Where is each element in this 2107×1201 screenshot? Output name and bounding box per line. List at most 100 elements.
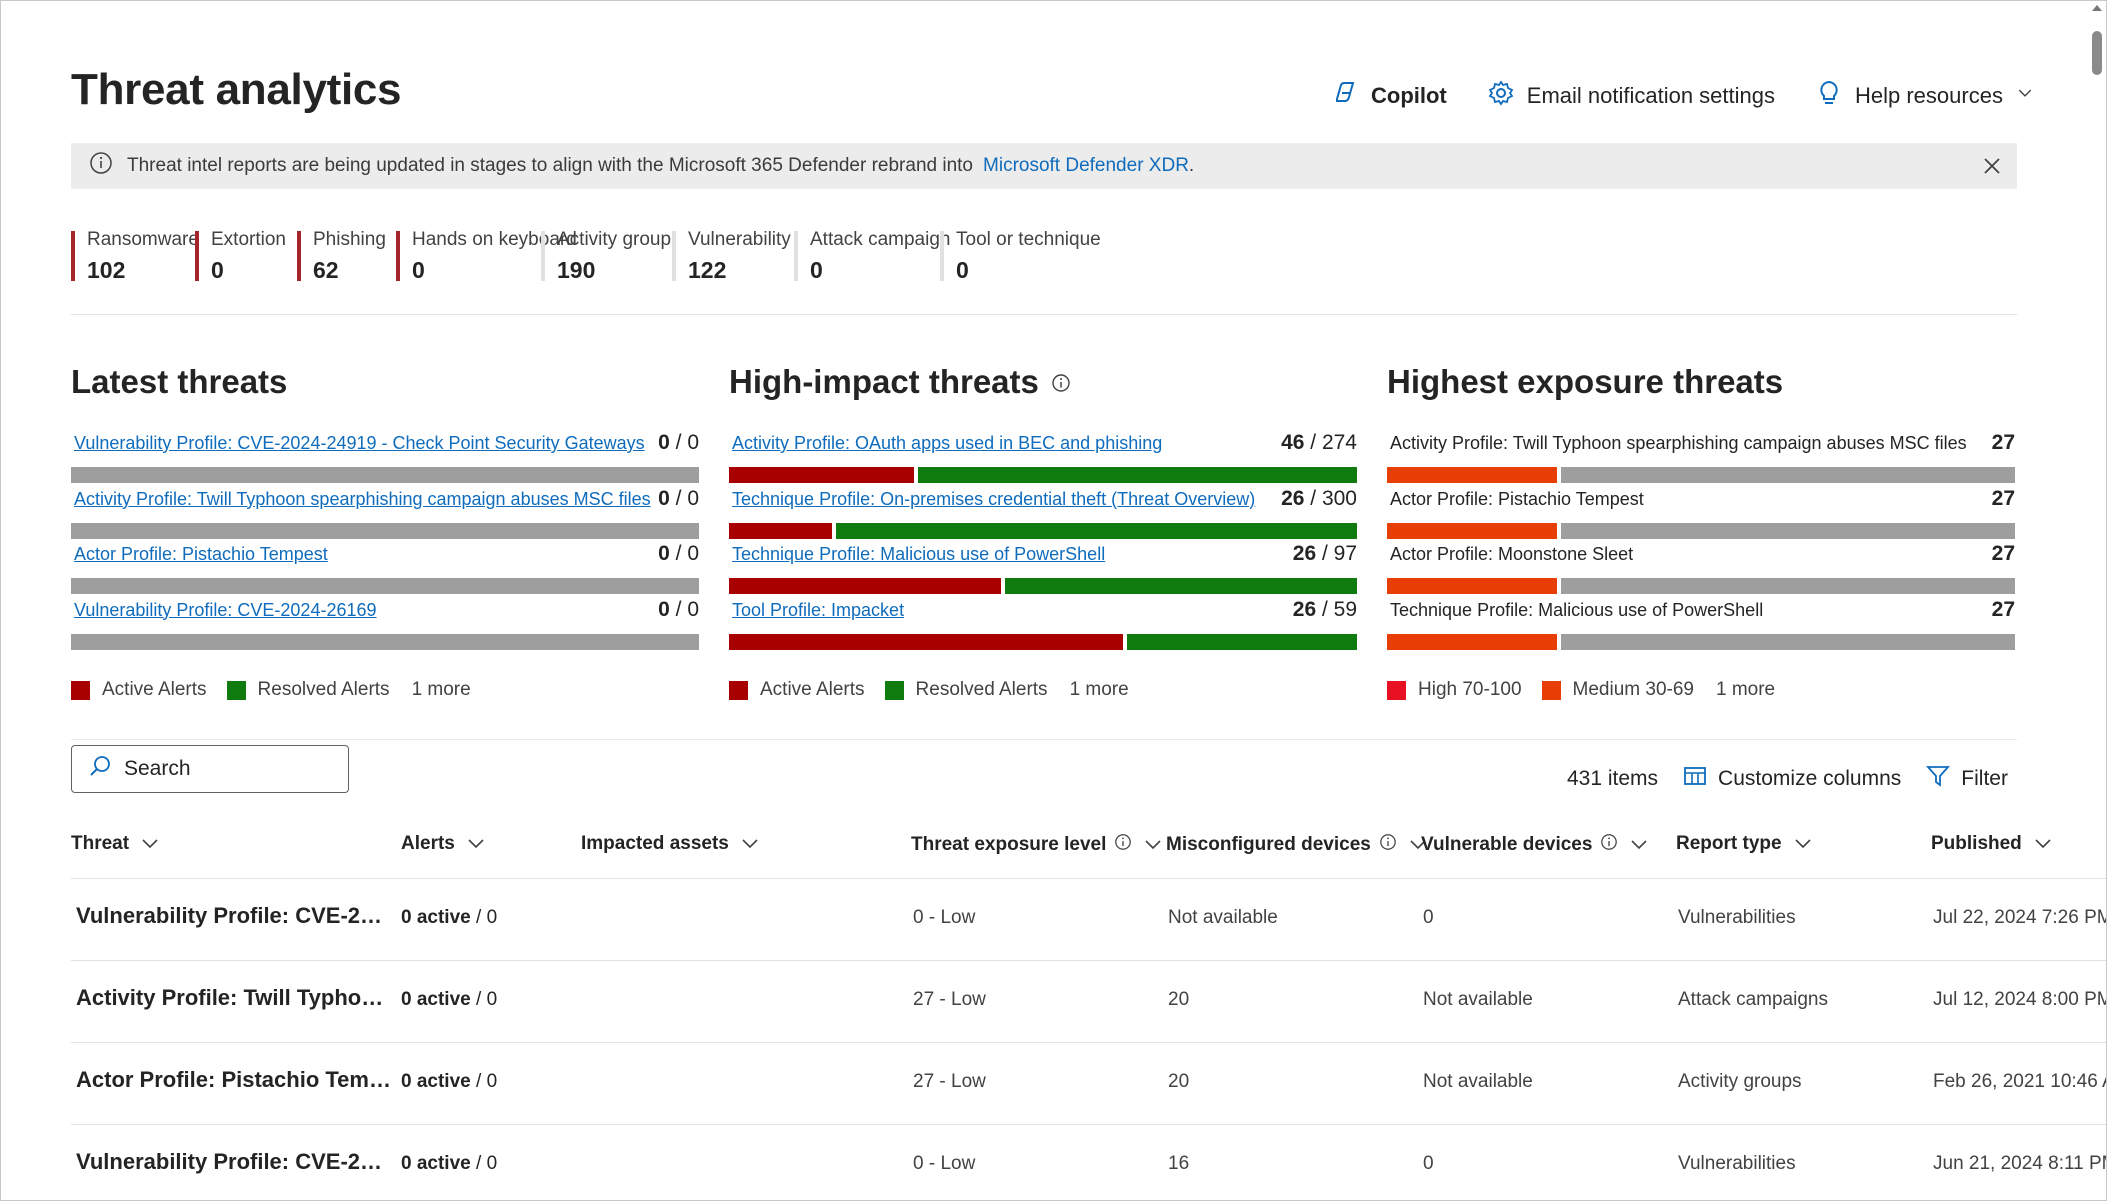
column-header-vulnerable-devices[interactable]: Vulnerable devices — [1421, 833, 1648, 857]
info-icon[interactable] — [1051, 363, 1071, 401]
threat-link[interactable]: Vulnerability Profile: CVE-2024-24919 - … — [74, 433, 645, 454]
resolved-alerts-segment — [836, 522, 1357, 539]
threat-link[interactable]: Activity Profile: Twill Typhoon spearphi… — [74, 489, 651, 510]
legend-more-button[interactable]: 1 more — [1070, 679, 1129, 701]
banner-link[interactable]: Microsoft Defender XDR — [983, 155, 1189, 177]
exposure-score: 27 — [1991, 486, 2015, 510]
customize-columns-label: Customize columns — [1718, 767, 1902, 790]
help-resources-button[interactable]: Help resources — [1815, 79, 2035, 113]
legend-label: Active Alerts — [102, 679, 207, 700]
exposure-segment — [1387, 522, 1557, 539]
stat-attack-campaign[interactable]: Attack campaign 0 — [794, 229, 950, 283]
active-count: 26 — [1292, 597, 1317, 621]
column-header-misconfigured-devices[interactable]: Misconfigured devices — [1166, 833, 1427, 857]
stat-phishing[interactable]: Phishing 62 — [297, 229, 386, 283]
vertical-scrollbar[interactable] — [2088, 1, 2106, 1200]
misconfigured-devices: 20 — [1168, 1071, 1190, 1092]
alerts-separator: / — [470, 989, 487, 1010]
published-date: Jul 12, 2024 8:00 PM — [1933, 989, 2107, 1010]
stat-value: 0 — [956, 257, 969, 283]
legend-more-button[interactable]: 1 more — [1716, 679, 1775, 701]
remaining-segment — [1561, 467, 2015, 483]
legend-swatch — [1387, 680, 1406, 700]
stat-label: Tool or technique — [956, 229, 1101, 250]
threat-link[interactable]: Activity Profile: OAuth apps used in BEC… — [732, 433, 1162, 454]
legend-item[interactable]: Active Alerts — [71, 679, 207, 701]
scrollbar-thumb[interactable] — [2092, 31, 2102, 75]
alert-bar — [71, 522, 699, 539]
email-notification-settings-button[interactable]: Email notification settings — [1487, 79, 1775, 113]
report-type: Attack campaigns — [1678, 989, 1828, 1010]
threat-name[interactable]: Vulnerability Profile: CVE-2024... — [76, 1149, 394, 1175]
customize-columns-button[interactable]: Customize columns — [1682, 763, 1901, 795]
column-header-threat[interactable]: Threat — [71, 833, 159, 855]
threat-link[interactable]: Vulnerability Profile: CVE-2024-26169 — [74, 600, 377, 621]
info-icon[interactable] — [1600, 833, 1618, 857]
alert-bar — [1387, 578, 2015, 594]
column-header-impacted-assets[interactable]: Impacted assets — [581, 833, 759, 855]
chevron-down-icon — [2015, 83, 2035, 109]
alert-bar — [71, 578, 699, 594]
threat-name[interactable]: Actor Profile: Pistachio Tempest — [76, 1067, 394, 1093]
legend-item[interactable]: Resolved Alerts — [884, 679, 1048, 701]
alert-count: 27 — [1992, 487, 2015, 511]
stat-extortion[interactable]: Extortion 0 — [195, 229, 286, 283]
close-icon[interactable] — [1981, 155, 2003, 177]
threat-link[interactable]: Technique Profile: Malicious use of Powe… — [732, 544, 1105, 565]
stat-vulnerability[interactable]: Vulnerability 122 — [672, 229, 791, 283]
table-row[interactable]: Vulnerability Profile: CVE-2024... 0 acti… — [71, 879, 2106, 961]
column-header-threat-exposure-level[interactable]: Threat exposure level — [911, 833, 1162, 857]
chevron-down-icon — [1140, 834, 1162, 856]
copilot-label: Copilot — [1371, 83, 1447, 108]
stat-tool-or-technique[interactable]: Tool or technique 0 — [940, 229, 1101, 283]
stat-color-bar — [940, 231, 944, 281]
column-header-alerts[interactable]: Alerts — [401, 833, 485, 855]
table-row[interactable]: Activity Profile: Twill Typhoon s... 0 ac… — [71, 961, 2107, 1043]
threat-link[interactable]: Tool Profile: Impacket — [732, 600, 904, 621]
threat-link[interactable]: Actor Profile: Pistachio Tempest — [74, 544, 328, 565]
threat-name[interactable]: Vulnerability Profile: CVE-2024... — [76, 903, 394, 929]
alert-bar — [71, 633, 699, 650]
column-label: Report type — [1676, 833, 1782, 854]
alert-bar — [729, 633, 1357, 650]
threat-row: Actor Profile: Pistachio Tempest 27 — [1387, 487, 2015, 545]
column-header-published[interactable]: Published — [1931, 833, 2052, 855]
legend-item[interactable]: High 70-100 — [1387, 679, 1522, 701]
app-window: Threat analytics Copilot Email notificat… — [0, 0, 2107, 1201]
legend-item[interactable]: Active Alerts — [729, 679, 865, 701]
stat-ransomware[interactable]: Ransomware 102 — [71, 229, 199, 283]
filter-button[interactable]: Filter — [1925, 763, 2008, 795]
report-type: Activity groups — [1678, 1071, 1802, 1092]
stat-color-bar — [396, 231, 400, 281]
table-row[interactable]: Actor Profile: Pistachio Tempest 0 active… — [71, 1043, 2106, 1125]
legend-more-button[interactable]: 1 more — [412, 679, 471, 701]
info-icon[interactable] — [1114, 833, 1132, 857]
stat-label: Phishing — [313, 229, 386, 250]
copilot-button[interactable]: Copilot — [1331, 79, 1447, 113]
exposure-score: 27 — [1991, 542, 2015, 565]
alert-count: 27 — [1992, 598, 2015, 622]
legend-swatch — [1541, 680, 1561, 700]
info-icon[interactable] — [1379, 833, 1397, 857]
legend-item[interactable]: Resolved Alerts — [226, 679, 390, 701]
alert-bar — [1387, 633, 2015, 650]
alert-bar — [1387, 522, 2015, 539]
table-row[interactable]: Vulnerability Profile: CVE-2024... 0 acti… — [71, 1125, 2106, 1200]
search-input[interactable] — [124, 757, 324, 781]
latest-threats-title: Latest threats — [71, 363, 288, 400]
threat-link[interactable]: Technique Profile: On-premises credentia… — [732, 489, 1255, 510]
alert-count: 26 / 59 — [1293, 598, 1357, 622]
column-header-report-type[interactable]: Report type — [1676, 833, 1812, 855]
alerts-total: 0 — [486, 907, 498, 928]
scroll-up-arrow[interactable] — [2092, 5, 2102, 11]
legend-item[interactable]: Medium 30-69 — [1541, 679, 1694, 701]
alert-bar — [1387, 467, 2015, 483]
alerts-active: 0 active — [401, 989, 471, 1010]
section-divider — [71, 739, 2017, 740]
total-count: 0 — [687, 597, 699, 621]
stat-activity-group[interactable]: Activity group 190 — [541, 229, 671, 283]
search-box[interactable] — [71, 745, 349, 793]
threat-row: Vulnerability Profile: CVE-2024-24919 - … — [71, 431, 699, 489]
misconfigured-devices: 16 — [1168, 1153, 1190, 1174]
threat-name[interactable]: Activity Profile: Twill Typhoon s... — [76, 985, 394, 1011]
